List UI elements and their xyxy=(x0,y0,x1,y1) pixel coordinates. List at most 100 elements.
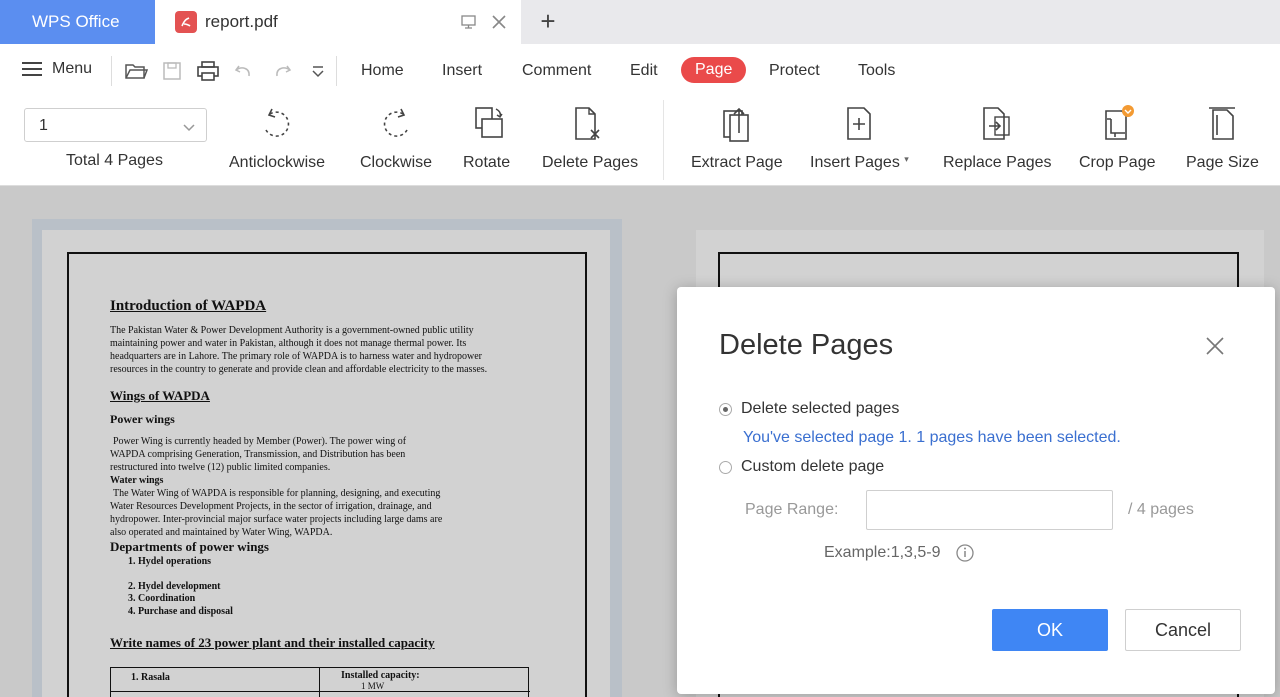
doc-para-intro-3: headquarters are in Lahore. The primary … xyxy=(110,351,483,362)
page-range-input[interactable] xyxy=(866,490,1113,530)
menu-label: Menu xyxy=(52,60,93,77)
undo-icon[interactable] xyxy=(234,60,254,87)
total-pages-label: Total 4 Pages xyxy=(66,152,163,169)
pdf-file-icon xyxy=(175,11,197,33)
table-cell-plant: 1. Rasala xyxy=(131,672,170,683)
doc-department-4: 4. Purchase and disposal xyxy=(128,606,233,617)
anticlockwise-button[interactable]: Anticlockwise xyxy=(229,104,325,172)
rotate-clockwise-icon xyxy=(377,104,415,144)
page-size-button[interactable]: Page Size xyxy=(1186,104,1259,172)
crop-page-label: Crop Page xyxy=(1079,154,1156,171)
doc-power-para-3: restructured into twelve (12) public lim… xyxy=(110,462,331,473)
tab-comment[interactable]: Comment xyxy=(522,62,591,80)
close-icon[interactable] xyxy=(1204,335,1226,362)
page-size-icon xyxy=(1203,104,1241,144)
delete-pages-dialog: Delete Pages Delete selected pages You'v… xyxy=(677,287,1275,694)
radio-delete-selected[interactable] xyxy=(719,403,732,416)
anticlockwise-label: Anticlockwise xyxy=(229,154,326,171)
new-tab-button[interactable]: + xyxy=(536,8,560,35)
delete-pages-label: Delete Pages xyxy=(542,154,639,171)
radio-custom-delete[interactable] xyxy=(719,461,732,474)
tab-edit[interactable]: Edit xyxy=(630,62,658,80)
selected-pages-note: You've selected page 1. 1 pages have bee… xyxy=(743,429,1121,446)
doc-para-intro-4: resources in the country to generate and… xyxy=(110,364,488,375)
extract-page-label: Extract Page xyxy=(691,154,783,171)
toolbar-divider xyxy=(111,56,112,86)
redo-icon[interactable] xyxy=(272,60,292,87)
extract-page-icon xyxy=(718,104,756,144)
tab-wps-office[interactable]: WPS Office xyxy=(0,0,155,44)
close-tab-icon[interactable] xyxy=(489,12,509,37)
doc-water-para-3: hydropower. Inter-provincial major surfa… xyxy=(110,514,443,525)
doc-para-intro-1: The Pakistan Water & Power Development A… xyxy=(110,325,474,336)
doc-water-para-1: The Water Wing of WAPDA is responsible f… xyxy=(113,488,441,499)
tab-insert[interactable]: Insert xyxy=(442,62,482,80)
page-range-total: / 4 pages xyxy=(1128,501,1194,518)
hamburger-icon xyxy=(22,62,42,76)
doc-water-wings-title: Water wings xyxy=(110,475,164,486)
rotate-label: Rotate xyxy=(463,154,511,171)
extract-page-button[interactable]: Extract Page xyxy=(691,104,783,172)
rotate-button[interactable]: Rotate xyxy=(463,104,510,172)
save-icon[interactable] xyxy=(162,60,182,87)
insert-pages-label: Insert Pages ▾ xyxy=(810,154,909,172)
tab-home[interactable]: Home xyxy=(361,62,404,80)
menu-button[interactable]: Menu xyxy=(22,60,92,78)
delete-page-icon xyxy=(571,104,609,144)
page-size-label: Page Size xyxy=(1186,154,1259,171)
doc-heading-wings: Wings of WAPDA xyxy=(110,388,210,403)
tab-document-title: report.pdf xyxy=(205,12,278,31)
doc-heading-power-plants: Write names of 23 power plant and their … xyxy=(110,635,435,650)
crop-page-icon xyxy=(1098,104,1136,144)
float-window-icon[interactable] xyxy=(460,14,478,35)
doc-power-wings-title: Power wings xyxy=(110,412,175,426)
rotate-anticlockwise-icon xyxy=(258,104,296,144)
clockwise-label: Clockwise xyxy=(360,154,433,171)
replace-pages-button[interactable]: Replace Pages xyxy=(943,104,1052,172)
insert-pages-text: Insert Pages xyxy=(810,154,900,171)
replace-page-icon xyxy=(978,104,1016,144)
page-range-example: Example:1,3,5-9 xyxy=(824,544,941,561)
doc-departments-title: Departments of power wings xyxy=(110,539,269,554)
option-custom-delete-label[interactable]: Custom delete page xyxy=(741,458,884,476)
ribbon-divider xyxy=(663,100,664,180)
quick-access-dropdown-icon[interactable] xyxy=(310,64,326,85)
caret-down-icon: ▾ xyxy=(904,154,909,164)
page-number-select[interactable]: 1 xyxy=(24,108,207,142)
tab-protect[interactable]: Protect xyxy=(769,62,820,80)
table-cell-capacity-value: 1 MW xyxy=(361,681,385,691)
doc-para-intro-2: maintaining power and water in Pakistan,… xyxy=(110,338,467,349)
print-icon[interactable] xyxy=(196,60,220,87)
insert-pages-button[interactable]: Insert Pages ▾ xyxy=(810,104,909,172)
cancel-button[interactable]: Cancel xyxy=(1125,609,1241,651)
tab-tools[interactable]: Tools xyxy=(858,62,895,80)
ok-button[interactable]: OK xyxy=(992,609,1108,651)
replace-pages-label: Replace Pages xyxy=(943,154,1052,171)
doc-power-para-2: WAPDA comprising Generation, Transmissio… xyxy=(110,449,406,460)
chevron-down-icon xyxy=(182,120,196,138)
doc-water-para-2: Water Resources Development Projects, in… xyxy=(110,501,432,512)
tab-bar: WPS Office report.pdf + xyxy=(0,0,1280,44)
doc-heading-intro: Introduction of WAPDA xyxy=(110,298,267,314)
table-row-divider xyxy=(111,691,530,692)
insert-page-icon xyxy=(840,104,878,144)
doc-department-1: 1. Hydel operations xyxy=(128,556,212,567)
clockwise-button[interactable]: Clockwise xyxy=(360,104,432,172)
info-icon[interactable] xyxy=(955,543,975,568)
open-folder-icon[interactable] xyxy=(124,60,149,87)
tab-document[interactable]: report.pdf xyxy=(155,0,521,44)
tab-page[interactable]: Page xyxy=(681,57,747,83)
doc-power-para-1: Power Wing is currently headed by Member… xyxy=(113,436,407,447)
option-delete-selected-label[interactable]: Delete selected pages xyxy=(741,400,899,418)
rotate-page-icon xyxy=(468,104,506,144)
page-number-value: 1 xyxy=(39,117,48,134)
doc-department-3: 3. Coordination xyxy=(128,593,196,604)
toolbar-divider xyxy=(336,56,337,86)
crop-page-button[interactable]: Crop Page xyxy=(1079,104,1156,172)
page-range-label: Page Range: xyxy=(745,501,839,518)
table-column-divider xyxy=(319,668,320,697)
tab-wps-office-label: WPS Office xyxy=(32,12,120,31)
dialog-title: Delete Pages xyxy=(719,329,894,361)
doc-water-para-4: also operated and maintained by Water Wi… xyxy=(110,527,333,538)
delete-pages-button[interactable]: Delete Pages xyxy=(542,104,638,172)
